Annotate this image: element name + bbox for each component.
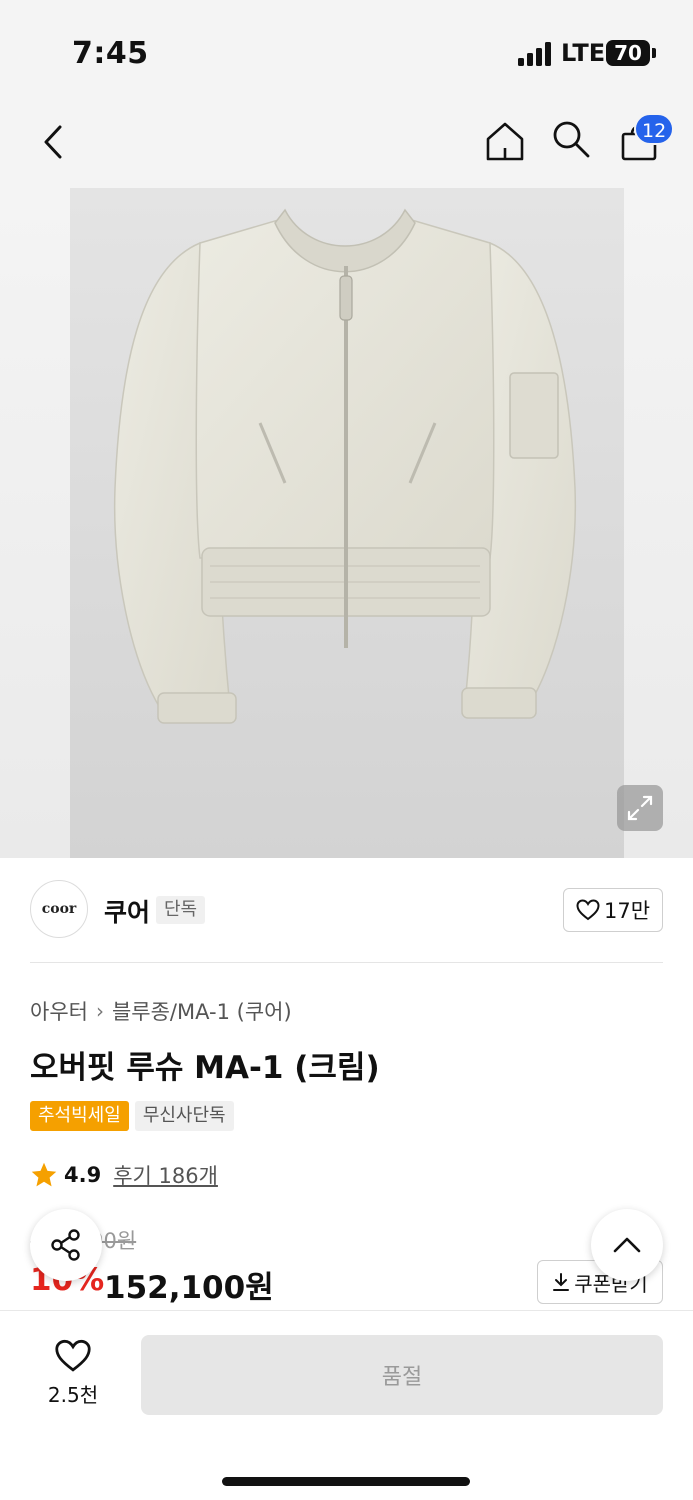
exclusive-tag: 단독 [156,896,206,924]
chevron-up-icon [613,1237,641,1253]
heart-icon [55,1339,91,1372]
home-indicator [222,1477,470,1486]
chevron-left-icon [44,125,62,159]
brand-name[interactable]: 쿠어 [104,893,150,929]
sold-out-button[interactable]: 품절 [141,1335,663,1415]
network-label: LTE [561,39,606,67]
signal-icon [518,42,554,66]
wishlist-count: 2.5천 [47,1383,99,1407]
expand-icon [627,795,653,821]
brand-logo[interactable]: coor [30,880,88,938]
search-button[interactable] [548,116,594,162]
divider [30,962,663,963]
product-title: 오버핏 루슈 MA-1 (크림) [30,1050,380,1086]
breadcrumb-item[interactable]: 블루종/MA-1 (쿠어) [112,996,292,1026]
product-photo[interactable] [70,188,624,858]
wishlist-button[interactable]: 2.5천 [30,1339,116,1408]
product-badges: 추석빅세일 무신사단독 [30,1101,234,1131]
battery-icon: 70 [606,40,650,66]
expand-image-button[interactable] [617,785,663,831]
breadcrumb: 아우터 › 블루종/MA-1 (쿠어) [30,996,292,1026]
star-icon [31,1162,57,1187]
share-icon [51,1229,80,1261]
breadcrumb-item[interactable]: 아우터 [30,996,88,1026]
bottom-bar: 2.5천 품절 [0,1310,693,1500]
exclusive-badge: 무신사단독 [134,1101,234,1131]
home-icon [486,122,524,161]
sale-badge: 추석빅세일 [30,1101,129,1131]
cart-count-badge: 12 [634,113,675,145]
chevron-right-icon: › [95,999,104,1023]
back-button[interactable] [30,118,78,166]
brand-like-button[interactable]: 17만 [563,888,663,932]
brand-like-count: 17만 [603,899,651,923]
download-icon [553,1273,570,1291]
heart-icon [576,899,600,921]
product-image-area[interactable] [0,188,693,858]
scroll-top-button[interactable] [591,1209,663,1281]
share-button[interactable] [30,1209,102,1281]
status-time: 7:45 [72,36,149,71]
top-nav [0,100,693,188]
jacket-image [70,188,624,858]
battery-cap [652,48,656,58]
reviews-link[interactable]: 후기 186개 [113,1160,218,1190]
sale-price: 152,100원 [104,1270,274,1306]
rating-score: 4.9 [64,1163,102,1187]
rating-row: 4.9 후기 186개 [30,1160,218,1190]
status-bar: 7:45 LTE 70 [0,0,693,100]
search-icon [553,121,590,158]
home-button[interactable] [480,116,530,166]
